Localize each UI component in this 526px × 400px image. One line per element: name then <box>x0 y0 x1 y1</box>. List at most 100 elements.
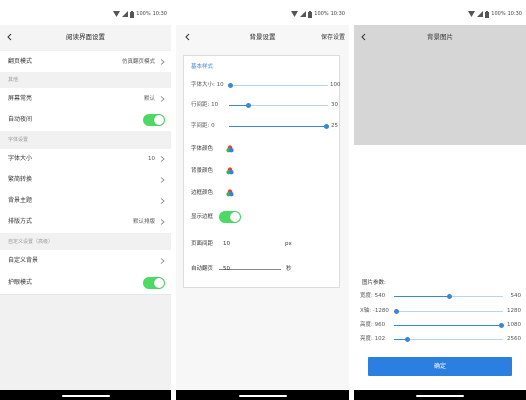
confirm-button[interactable]: 确定 <box>368 357 512 376</box>
status-bar: 100% 10:30 <box>0 0 171 25</box>
slider-label: 亮度: 102 <box>360 336 386 342</box>
slider-label: 高度: 960 <box>360 322 386 328</box>
save-settings-button[interactable]: 保存设置 <box>321 33 345 42</box>
style-card: 基本样式 字体大小: 10 100 行间距: 10 30 字间距: 0 25 字… <box>183 55 341 288</box>
convert-row[interactable]: 繁简转换 <box>0 169 171 191</box>
eye-care-row: 护眼模式 <box>0 271 171 295</box>
battery-level: 100% <box>491 11 506 17</box>
page-title: 阅读界面设置 <box>66 33 105 41</box>
slider-max: 25 <box>331 123 338 129</box>
font-color-label: 字体颜色 <box>191 146 214 152</box>
color-picker-icon[interactable] <box>226 189 234 197</box>
page-spacing-value[interactable]: 10 <box>223 240 230 248</box>
chevron-right-icon <box>160 257 165 264</box>
slider-thumb[interactable] <box>246 103 252 108</box>
width-slider[interactable] <box>394 294 503 299</box>
slider-max: 30 <box>331 102 338 108</box>
auto-page-unit: 秒 <box>286 266 292 272</box>
section-other: 其他 <box>0 72 171 88</box>
screen-on-row[interactable]: 屏幕常亮 默认 <box>0 88 171 110</box>
system-nav-bar <box>354 390 526 400</box>
layout-value: 默认排版 <box>132 219 155 225</box>
auto-page-label: 自动翻页 <box>191 266 214 272</box>
layout-row[interactable]: 排版方式 默认排版 <box>0 211 171 234</box>
page-title: 背景图片 <box>427 33 453 41</box>
wifi-icon <box>291 11 299 17</box>
slider-thumb[interactable] <box>404 337 410 342</box>
brightness-slider[interactable] <box>394 337 503 342</box>
app-header: 背景设置 保存设置 <box>176 25 349 50</box>
slider-label: 宽度: 540 <box>360 293 386 299</box>
auto-night-label: 自动夜间 <box>8 116 33 123</box>
slider-label: 字间距: 0 <box>191 123 215 129</box>
page-mode-label: 翻页模式 <box>8 57 33 65</box>
height-slider[interactable] <box>394 323 505 328</box>
font-size-value: 10 <box>148 156 155 162</box>
battery-level: 100% <box>314 11 329 17</box>
slider-thumb[interactable] <box>228 83 234 88</box>
home-indicator[interactable] <box>61 395 110 397</box>
slider-label: X轴: -1280 <box>360 308 389 314</box>
toggle-knob <box>154 277 164 288</box>
slider-max: 100 <box>330 82 341 88</box>
page-spacing-label: 页面间距 <box>191 241 214 247</box>
slider-label: 字体大小: 10 <box>191 82 224 88</box>
clock: 10:30 <box>152 11 167 17</box>
line-spacing-slider[interactable] <box>229 103 328 108</box>
battery-icon <box>308 10 313 18</box>
page-mode-value: 仿真翻页模式 <box>121 58 155 65</box>
slider-thumb[interactable] <box>323 124 329 129</box>
show-border-label: 显示边框 <box>191 214 214 220</box>
auto-page-input[interactable]: 50 <box>219 260 281 272</box>
color-picker-icon[interactable] <box>226 145 234 153</box>
x-offset-slider[interactable] <box>393 309 503 314</box>
slider-max: 540 <box>510 293 522 299</box>
slider-label: 行间距: 10 <box>191 102 219 108</box>
auto-night-toggle[interactable] <box>143 114 165 126</box>
letter-spacing-slider[interactable] <box>229 124 329 129</box>
signal-icon <box>477 11 484 17</box>
style-settings-screen: 100% 10:30 背景设置 保存设置 基本样式 字体大小: 10 100 行… <box>176 0 349 400</box>
slider-fill <box>394 296 450 297</box>
bg-color-label: 背景颜色 <box>191 168 214 174</box>
chevron-right-icon <box>160 197 165 204</box>
slider-thumb[interactable] <box>447 294 453 299</box>
slider-thumb[interactable] <box>499 323 505 328</box>
eye-care-label: 护眼模式 <box>8 278 33 286</box>
custom-bg-row[interactable]: 自定义背景 <box>0 250 171 272</box>
font-size-row[interactable]: 字体大小 10 <box>0 149 171 170</box>
custom-bg-label: 自定义背景 <box>8 256 39 264</box>
section-custom: 自定义设置（高级） <box>0 233 171 250</box>
battery-icon <box>485 10 490 18</box>
slider-max: 1080 <box>507 322 521 328</box>
page-mode-row[interactable]: 翻页模式 仿真翻页模式 <box>0 51 171 73</box>
clock: 10:30 <box>507 11 522 17</box>
toggle-knob <box>230 212 240 222</box>
slider-max: 2560 <box>507 336 521 342</box>
bg-theme-row[interactable]: 背景主题 <box>0 190 171 212</box>
clock: 10:30 <box>330 11 345 17</box>
battery-level: 100% <box>136 11 151 17</box>
signal-icon <box>122 11 129 17</box>
section-font-label: 字体设置 <box>8 137 29 143</box>
eye-care-toggle[interactable] <box>143 276 165 289</box>
home-indicator[interactable] <box>238 395 287 397</box>
chevron-right-icon <box>160 176 165 183</box>
status-bar: 100% 10:30 <box>176 0 349 25</box>
slider-thumb[interactable] <box>393 309 399 314</box>
auto-page-value: 50 <box>223 266 230 272</box>
convert-label: 繁简转换 <box>8 175 33 183</box>
chevron-right-icon <box>160 58 165 65</box>
home-indicator[interactable] <box>416 395 464 397</box>
slider-fill <box>394 325 502 326</box>
signal-icon <box>300 11 307 17</box>
page-spacing-unit: px <box>285 241 292 247</box>
card-section-title: 基本样式 <box>191 64 214 70</box>
show-border-toggle[interactable] <box>219 211 241 223</box>
screen-on-label: 屏幕常亮 <box>8 94 33 102</box>
color-picker-icon[interactable] <box>226 167 234 175</box>
screen-on-value: 默认 <box>143 95 155 102</box>
system-nav-bar <box>176 390 349 400</box>
chevron-right-icon <box>160 95 165 102</box>
font-size-slider[interactable] <box>228 83 328 88</box>
